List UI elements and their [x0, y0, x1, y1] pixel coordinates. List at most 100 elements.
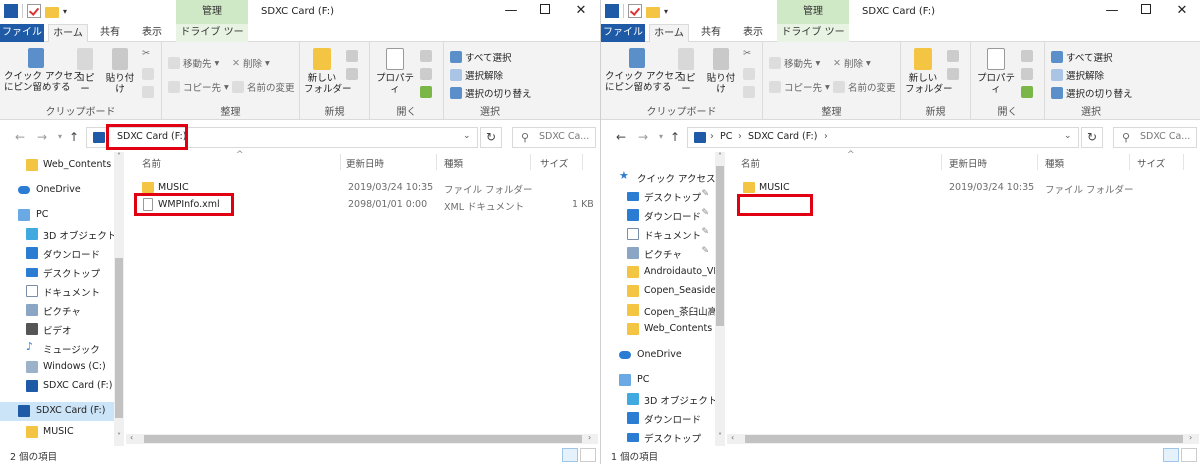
- customize-chevron-down-icon[interactable]: ▾: [664, 7, 668, 16]
- tab-home[interactable]: ホーム: [649, 24, 689, 42]
- nav-item-desktop-pc[interactable]: デスクトップ: [601, 428, 725, 446]
- nav-scrollbar[interactable]: ˄ ˅: [114, 152, 124, 446]
- nav-item-downloads[interactable]: ダウンロード: [0, 244, 124, 263]
- nav-item-music-folder[interactable]: MUSIC: [0, 423, 124, 442]
- nav-item-pictures[interactable]: ピクチャ ✎: [601, 244, 725, 263]
- copy-path-icon[interactable]: [743, 68, 755, 80]
- scroll-thumb[interactable]: [745, 435, 1183, 443]
- copy-button[interactable]: コピー: [72, 48, 98, 95]
- properties-button[interactable]: プロパティ: [374, 48, 416, 95]
- nav-item-downloads-pc[interactable]: ダウンロード: [601, 409, 725, 428]
- address-bar[interactable]: › PC › SDXC Card (F:) › ⌄: [687, 127, 1079, 148]
- delete-button[interactable]: ✕ 削除 ▾: [833, 56, 871, 71]
- paste-shortcut-icon[interactable]: [743, 86, 755, 98]
- paste-button[interactable]: 貼り付け: [102, 48, 138, 95]
- history-icon[interactable]: [420, 86, 432, 98]
- refresh-button[interactable]: ↻: [1081, 127, 1103, 148]
- nav-item-documents[interactable]: ドキュメント: [0, 282, 124, 301]
- nav-item-pc[interactable]: PC: [601, 371, 725, 390]
- cut-button[interactable]: ✂: [142, 48, 150, 59]
- nav-item-sdxc-card[interactable]: SDXC Card (F:): [0, 377, 124, 396]
- nav-item-onedrive[interactable]: OneDrive: [601, 346, 725, 365]
- tab-file[interactable]: ファイル: [0, 24, 44, 42]
- scroll-thumb[interactable]: [144, 435, 582, 443]
- forward-button[interactable]: →: [635, 128, 651, 146]
- column-name[interactable]: 名前: [142, 156, 161, 170]
- new-folder-icon[interactable]: [45, 6, 59, 18]
- drive-app-icon[interactable]: [605, 4, 619, 18]
- nav-item-3d-objects[interactable]: 3D オブジェクト: [0, 225, 124, 244]
- open-icon[interactable]: [420, 50, 432, 62]
- tab-drive-tools[interactable]: ドライブ ツール: [176, 24, 248, 56]
- address-chevron-down-icon[interactable]: ⌄: [1064, 131, 1072, 141]
- minimize-button[interactable]: —: [496, 4, 526, 20]
- rename-button[interactable]: 名前の変更: [833, 80, 896, 94]
- forward-button[interactable]: →: [34, 128, 50, 146]
- column-date[interactable]: 更新日時: [346, 156, 384, 170]
- horizontal-scrollbar[interactable]: ‹ ›: [727, 433, 1199, 444]
- nav-item-downloads[interactable]: ダウンロード ✎: [601, 206, 725, 225]
- nav-item-quick-access[interactable]: ★ クイック アクセス: [601, 168, 725, 187]
- tab-file[interactable]: ファイル: [601, 24, 645, 42]
- tab-share[interactable]: 共有: [90, 24, 130, 42]
- paste-button[interactable]: 貼り付け: [703, 48, 739, 95]
- column-type[interactable]: 種類: [1045, 156, 1064, 170]
- select-all-button[interactable]: すべて選択: [1051, 50, 1112, 64]
- delete-button[interactable]: ✕ 削除 ▾: [232, 56, 270, 71]
- scroll-left-icon[interactable]: ‹: [130, 433, 133, 442]
- minimize-button[interactable]: —: [1097, 4, 1127, 20]
- properties-check-icon[interactable]: [27, 4, 41, 18]
- nav-item-documents[interactable]: ドキュメント ✎: [601, 225, 725, 244]
- history-icon[interactable]: [1021, 86, 1033, 98]
- column-name[interactable]: 名前: [741, 156, 760, 170]
- large-icons-view-button[interactable]: [1181, 448, 1197, 462]
- tab-view[interactable]: 表示: [733, 24, 773, 42]
- breadcrumb-sdxc-card[interactable]: SDXC Card (F:): [748, 131, 817, 142]
- scroll-up-icon[interactable]: ˄: [715, 152, 725, 161]
- nav-item-desktop[interactable]: デスクトップ ✎: [601, 187, 725, 206]
- refresh-button[interactable]: ↻: [480, 127, 502, 148]
- close-button[interactable]: ✕: [566, 4, 596, 20]
- tab-home[interactable]: ホーム: [48, 24, 88, 42]
- copy-path-icon[interactable]: [142, 68, 154, 80]
- search-input[interactable]: ⚲ SDXC Ca...: [1113, 127, 1197, 148]
- scroll-thumb[interactable]: [115, 258, 123, 418]
- maximize-button[interactable]: [530, 4, 560, 20]
- nav-item-windows-c[interactable]: Windows (C:): [0, 358, 124, 377]
- nav-item-3d-objects[interactable]: 3D オブジェクト: [601, 390, 725, 409]
- edit-icon[interactable]: [1021, 68, 1033, 80]
- scroll-thumb[interactable]: [716, 166, 724, 326]
- nav-item-sdxc-card-selected[interactable]: SDXC Card (F:): [0, 402, 124, 421]
- customize-chevron-down-icon[interactable]: ▾: [63, 7, 67, 16]
- new-item-icon[interactable]: [947, 50, 959, 62]
- details-view-button[interactable]: [562, 448, 578, 462]
- new-folder-button[interactable]: 新しい フォルダー: [905, 48, 953, 95]
- copy-button[interactable]: コピー: [673, 48, 699, 95]
- properties-button[interactable]: プロパティ: [975, 48, 1017, 95]
- nav-item-web-contents[interactable]: Web_Contents: [601, 320, 725, 339]
- open-icon[interactable]: [1021, 50, 1033, 62]
- new-folder-button[interactable]: 新しい フォルダー: [304, 48, 352, 95]
- tab-view[interactable]: 表示: [132, 24, 172, 42]
- column-size[interactable]: サイズ: [1137, 156, 1165, 170]
- nav-item-androidauto[interactable]: Androidauto_VR: [601, 263, 725, 282]
- easy-access-icon[interactable]: [346, 68, 358, 80]
- scroll-up-icon[interactable]: ˄: [114, 152, 124, 161]
- cut-button[interactable]: ✂: [743, 48, 751, 59]
- copy-to-button[interactable]: コピー先 ▾: [769, 80, 830, 94]
- nav-item-videos[interactable]: ビデオ: [0, 320, 124, 339]
- pin-quick-access-button[interactable]: クイック アクセス にピン留めする: [605, 48, 684, 93]
- scroll-down-icon[interactable]: ˅: [715, 432, 725, 441]
- drive-app-icon[interactable]: [4, 4, 18, 18]
- large-icons-view-button[interactable]: [580, 448, 596, 462]
- invert-selection-button[interactable]: 選択の切り替え: [1051, 86, 1133, 100]
- copy-to-button[interactable]: コピー先 ▾: [168, 80, 229, 94]
- column-type[interactable]: 種類: [444, 156, 463, 170]
- column-date[interactable]: 更新日時: [949, 156, 987, 170]
- invert-selection-button[interactable]: 選択の切り替え: [450, 86, 532, 100]
- new-folder-icon[interactable]: [646, 6, 660, 18]
- breadcrumb-pc[interactable]: PC: [720, 131, 732, 142]
- back-button[interactable]: ←: [613, 128, 629, 146]
- manage-tab[interactable]: 管理: [777, 0, 849, 24]
- horizontal-scrollbar[interactable]: ‹ ›: [126, 433, 598, 444]
